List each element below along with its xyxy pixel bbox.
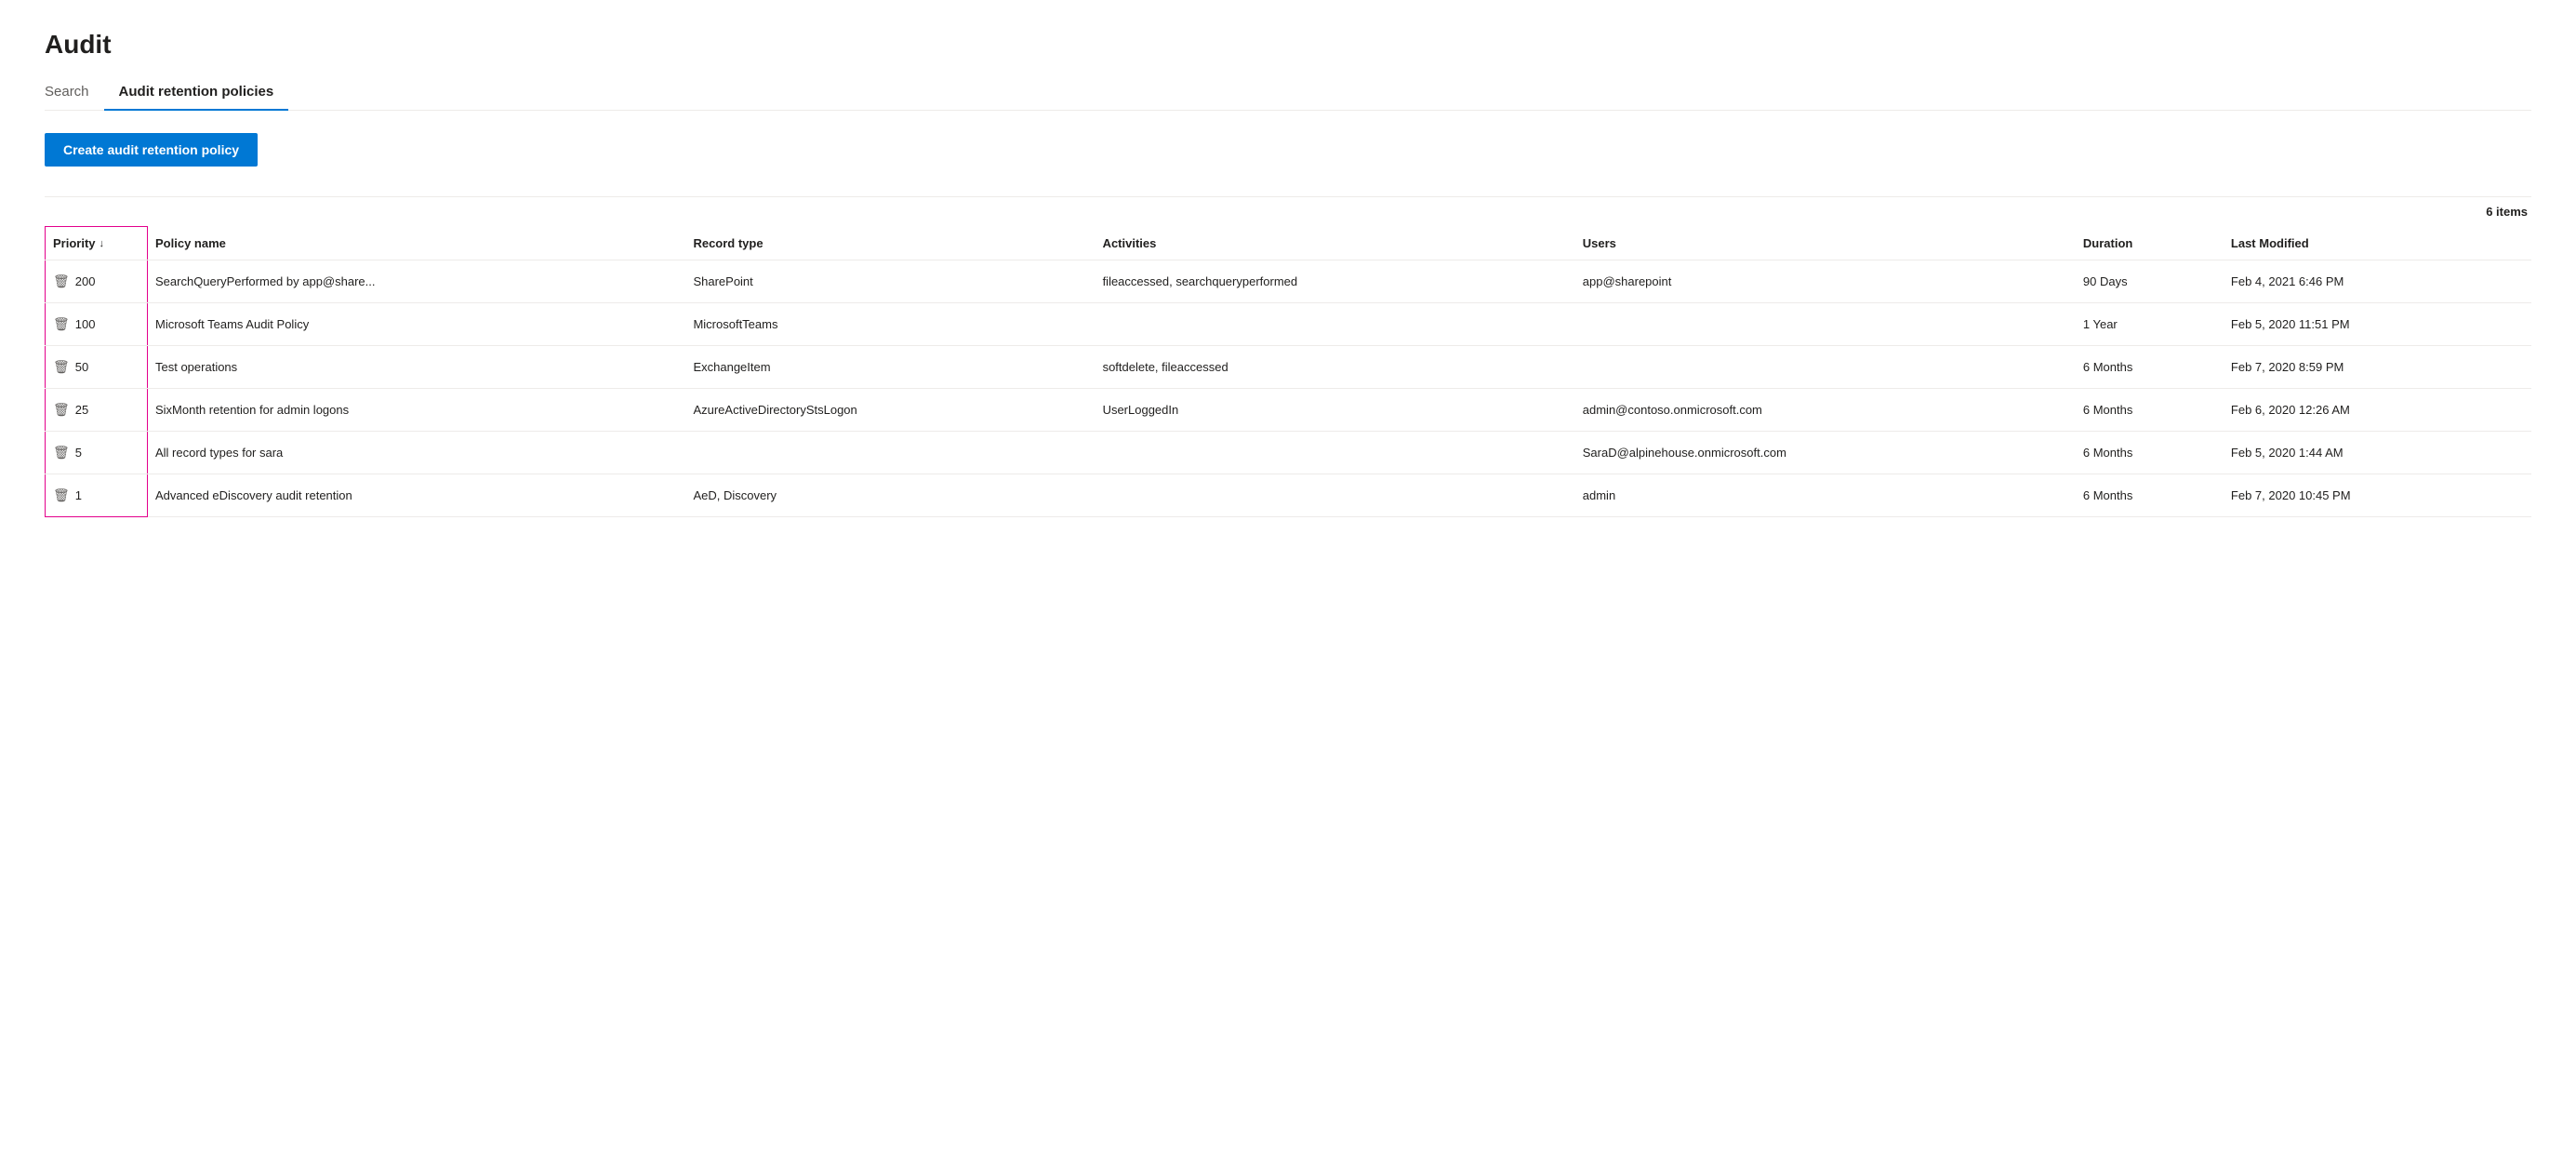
delete-icon[interactable]: 🗑 — [53, 316, 70, 332]
tab-search[interactable]: Search — [45, 74, 104, 111]
cell-last-modified: Feb 6, 2020 12:26 AM — [2224, 389, 2531, 432]
priority-value: 200 — [75, 274, 96, 288]
table-header-row: Priority ↓ Policy name Record type Activ… — [46, 227, 2532, 260]
cell-record-type — [685, 432, 1095, 474]
cell-record-type: ExchangeItem — [685, 346, 1095, 389]
table-row: 🗑 100 Microsoft Teams Audit PolicyMicros… — [46, 303, 2532, 346]
audit-policies-table: Priority ↓ Policy name Record type Activ… — [45, 226, 2531, 517]
delete-icon[interactable]: 🗑 — [53, 445, 70, 460]
cell-priority: 🗑 25 — [46, 389, 148, 432]
table-row: 🗑 1 Advanced eDiscovery audit retentionA… — [46, 474, 2532, 517]
cell-users — [1575, 303, 2076, 346]
col-header-last-modified[interactable]: Last Modified — [2224, 227, 2531, 260]
cell-policy-name: All record types for sara — [148, 432, 686, 474]
cell-duration: 6 Months — [2076, 432, 2224, 474]
cell-duration: 90 Days — [2076, 260, 2224, 303]
cell-policy-name: Microsoft Teams Audit Policy — [148, 303, 686, 346]
cell-activities — [1095, 432, 1575, 474]
col-header-activities[interactable]: Activities — [1095, 227, 1575, 260]
cell-activities: UserLoggedIn — [1095, 389, 1575, 432]
cell-duration: 6 Months — [2076, 346, 2224, 389]
cell-users: app@sharepoint — [1575, 260, 2076, 303]
cell-policy-name: SixMonth retention for admin logons — [148, 389, 686, 432]
cell-record-type: AeD, Discovery — [685, 474, 1095, 517]
delete-icon[interactable]: 🗑 — [53, 402, 70, 418]
delete-icon[interactable]: 🗑 — [53, 274, 70, 289]
cell-priority: 🗑 1 — [46, 474, 148, 517]
delete-icon[interactable]: 🗑 — [53, 359, 70, 375]
cell-activities: softdelete, fileaccessed — [1095, 346, 1575, 389]
page-container: Audit Search Audit retention policies Cr… — [0, 0, 2576, 547]
cell-users: SaraD@alpinehouse.onmicrosoft.com — [1575, 432, 2076, 474]
cell-last-modified: Feb 5, 2020 11:51 PM — [2224, 303, 2531, 346]
cell-activities — [1095, 474, 1575, 517]
priority-value: 100 — [75, 317, 96, 331]
cell-users — [1575, 346, 2076, 389]
cell-record-type: SharePoint — [685, 260, 1095, 303]
create-audit-retention-policy-button[interactable]: Create audit retention policy — [45, 133, 258, 167]
cell-users: admin@contoso.onmicrosoft.com — [1575, 389, 2076, 432]
priority-value: 5 — [75, 446, 82, 460]
tabs-bar: Search Audit retention policies — [45, 74, 2531, 111]
priority-value: 25 — [75, 403, 88, 417]
cell-activities: fileaccessed, searchqueryperformed — [1095, 260, 1575, 303]
page-title: Audit — [45, 30, 2531, 60]
cell-duration: 6 Months — [2076, 389, 2224, 432]
table-row: 🗑 5 All record types for sara SaraD@alpin… — [46, 432, 2532, 474]
divider — [45, 196, 2531, 197]
cell-policy-name: SearchQueryPerformed by app@share... — [148, 260, 686, 303]
cell-record-type: MicrosoftTeams — [685, 303, 1095, 346]
priority-value: 50 — [75, 360, 88, 374]
col-header-policy-name[interactable]: Policy name — [148, 227, 686, 260]
tab-audit-retention[interactable]: Audit retention policies — [104, 74, 289, 111]
table-row: 🗑 200 SearchQueryPerformed by app@share.… — [46, 260, 2532, 303]
col-header-record-type[interactable]: Record type — [685, 227, 1095, 260]
delete-icon[interactable]: 🗑 — [53, 487, 70, 503]
cell-priority: 🗑 200 — [46, 260, 148, 303]
cell-activities — [1095, 303, 1575, 346]
cell-duration: 1 Year — [2076, 303, 2224, 346]
cell-last-modified: Feb 5, 2020 1:44 AM — [2224, 432, 2531, 474]
col-header-users[interactable]: Users — [1575, 227, 2076, 260]
cell-policy-name: Advanced eDiscovery audit retention — [148, 474, 686, 517]
col-header-duration[interactable]: Duration — [2076, 227, 2224, 260]
cell-record-type: AzureActiveDirectoryStsLogon — [685, 389, 1095, 432]
table-row: 🗑 50 Test operationsExchangeItemsoftdele… — [46, 346, 2532, 389]
items-count: 6 items — [45, 205, 2531, 219]
cell-users: admin — [1575, 474, 2076, 517]
cell-priority: 🗑 50 — [46, 346, 148, 389]
cell-last-modified: Feb 7, 2020 8:59 PM — [2224, 346, 2531, 389]
cell-last-modified: Feb 4, 2021 6:46 PM — [2224, 260, 2531, 303]
cell-priority: 🗑 5 — [46, 432, 148, 474]
table-row: 🗑 25 SixMonth retention for admin logons… — [46, 389, 2532, 432]
cell-duration: 6 Months — [2076, 474, 2224, 517]
sort-arrow-icon: ↓ — [100, 238, 105, 249]
col-header-priority[interactable]: Priority ↓ — [46, 227, 148, 260]
priority-value: 1 — [75, 488, 82, 502]
cell-priority: 🗑 100 — [46, 303, 148, 346]
cell-last-modified: Feb 7, 2020 10:45 PM — [2224, 474, 2531, 517]
cell-policy-name: Test operations — [148, 346, 686, 389]
